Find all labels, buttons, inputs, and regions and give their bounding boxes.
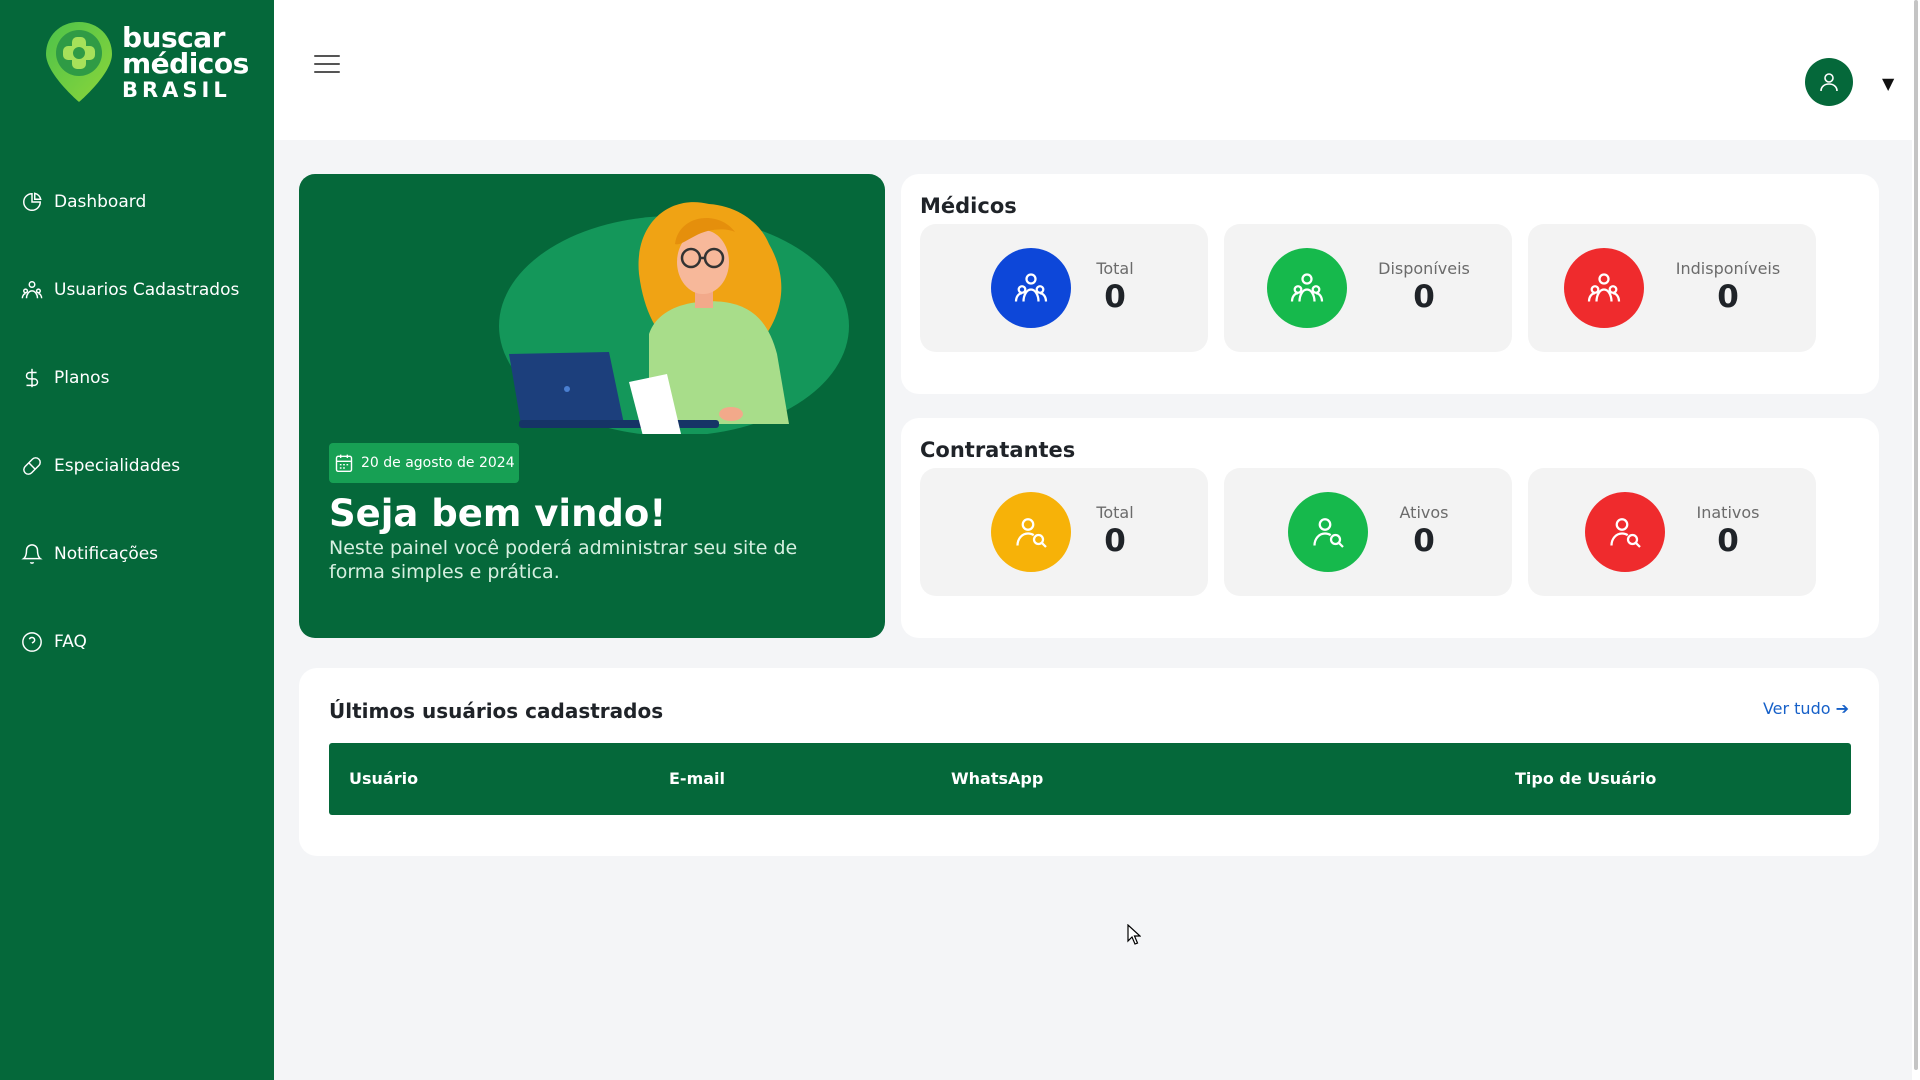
medicos-title: Médicos xyxy=(920,194,1017,218)
stat-card-contratantes-inativos[interactable]: Inativos 0 xyxy=(1528,468,1816,596)
sidebar-item-faq[interactable]: FAQ xyxy=(0,598,274,686)
pie-chart-icon xyxy=(20,190,44,214)
stat-label: Total xyxy=(1096,503,1134,522)
hamburger-icon[interactable] xyxy=(314,55,340,77)
calendar-icon xyxy=(333,452,355,474)
user-icon xyxy=(1820,73,1838,92)
stat-value: 0 xyxy=(1717,523,1739,559)
sidebar-item-usuarios-cadastrados[interactable]: Usuarios Cadastrados xyxy=(0,246,274,334)
welcome-subtitle: Neste painel você poderá administrar seu… xyxy=(329,537,798,583)
users-icon xyxy=(20,278,44,302)
medicos-panel: Médicos Total 0 Disponíveis 0 Indisponív… xyxy=(901,174,1879,394)
contratantes-title: Contratantes xyxy=(920,438,1076,462)
column-header-whatsapp[interactable]: WhatsApp xyxy=(951,769,1043,788)
stat-card-medicos-indisponiveis[interactable]: Indisponíveis 0 xyxy=(1528,224,1816,352)
sidebar-item-label: Dashboard xyxy=(54,192,147,212)
logo-text-medicos: médicos xyxy=(122,46,249,80)
stat-label: Ativos xyxy=(1399,503,1449,522)
stat-card-medicos-disponiveis[interactable]: Disponíveis 0 xyxy=(1224,224,1512,352)
stat-value: 0 xyxy=(1413,279,1435,315)
logo-text-brasil: BRASIL xyxy=(122,77,231,102)
view-all-link[interactable]: Ver tudo ➔ xyxy=(1763,699,1849,718)
latest-users-card: Últimos usuários cadastrados Ver tudo ➔ … xyxy=(299,668,1879,856)
stat-value: 0 xyxy=(1104,279,1126,315)
stat-card-contratantes-ativos[interactable]: Ativos 0 xyxy=(1224,468,1512,596)
brand-logo[interactable]: buscar médicos BRASIL xyxy=(44,20,249,104)
sidebar-item-dashboard[interactable]: Dashboard xyxy=(0,158,274,246)
sidebar-item-label: FAQ xyxy=(54,632,87,652)
users-icon xyxy=(1290,273,1324,302)
sidebar-item-label: Especialidades xyxy=(54,456,181,476)
sidebar-item-notificacoes[interactable]: Notificações xyxy=(0,510,274,598)
stat-icon-circle xyxy=(1585,492,1665,572)
stat-label: Total xyxy=(1096,259,1134,278)
user-search-icon xyxy=(1016,518,1047,548)
sidebar: buscar médicos BRASIL Dashboard Usuarios… xyxy=(0,0,274,1080)
user-search-icon xyxy=(1313,518,1344,548)
current-date: 20 de agosto de 2024 xyxy=(361,455,515,471)
bell-icon xyxy=(20,542,44,566)
column-header-tipo-usuario[interactable]: Tipo de Usuário xyxy=(1515,769,1656,788)
sidebar-item-especialidades[interactable]: Especialidades xyxy=(0,422,274,510)
stat-icon-circle xyxy=(1267,248,1347,328)
stat-icon-circle xyxy=(991,248,1071,328)
stat-value: 0 xyxy=(1413,523,1435,559)
latest-users-title: Últimos usuários cadastrados xyxy=(329,699,664,723)
pill-icon xyxy=(20,454,44,478)
stat-icon-circle xyxy=(1564,248,1644,328)
user-avatar-button[interactable] xyxy=(1805,58,1853,106)
column-header-email[interactable]: E-mail xyxy=(669,769,725,788)
stat-icon-circle xyxy=(1288,492,1368,572)
stat-card-medicos-total[interactable]: Total 0 xyxy=(920,224,1208,352)
stat-label: Disponíveis xyxy=(1378,259,1470,278)
date-badge: 20 de agosto de 2024 xyxy=(329,443,519,483)
mouse-cursor-icon xyxy=(1127,924,1141,945)
column-header-usuario[interactable]: Usuário xyxy=(349,769,418,788)
users-icon xyxy=(1014,273,1048,302)
welcome-title: Seja bem vindo! xyxy=(329,492,667,535)
sidebar-item-label: Usuarios Cadastrados xyxy=(54,280,240,300)
user-menu-dropdown-caret[interactable]: ▼ xyxy=(1882,74,1894,93)
contratantes-panel: Contratantes Total 0 Ativos 0 Inativos 0 xyxy=(901,418,1879,638)
welcome-card: 20 de agosto de 2024 Seja bem vindo! Nes… xyxy=(299,174,885,638)
woman-with-laptop-illustration xyxy=(499,202,849,434)
dollar-icon xyxy=(20,366,44,390)
stat-value: 0 xyxy=(1104,523,1126,559)
table-header: Usuário E-mail WhatsApp Tipo de Usuário xyxy=(329,743,1851,815)
sidebar-item-planos[interactable]: Planos xyxy=(0,334,274,422)
user-search-icon xyxy=(1610,518,1641,548)
sidebar-nav: Dashboard Usuarios Cadastrados Planos Es… xyxy=(0,158,274,686)
stat-label: Inativos xyxy=(1696,503,1760,522)
logo-pin-icon xyxy=(46,22,112,102)
question-circle-icon xyxy=(20,630,44,654)
stat-label: Indisponíveis xyxy=(1675,259,1781,278)
users-icon xyxy=(1587,273,1621,302)
sidebar-item-label: Planos xyxy=(54,368,110,388)
top-bar: ▼ xyxy=(274,0,1920,140)
sidebar-item-label: Notificações xyxy=(54,544,159,564)
stat-card-contratantes-total[interactable]: Total 0 xyxy=(920,468,1208,596)
page-scrollbar[interactable] xyxy=(1912,0,1920,1080)
stat-value: 0 xyxy=(1717,279,1739,315)
stat-icon-circle xyxy=(991,492,1071,572)
